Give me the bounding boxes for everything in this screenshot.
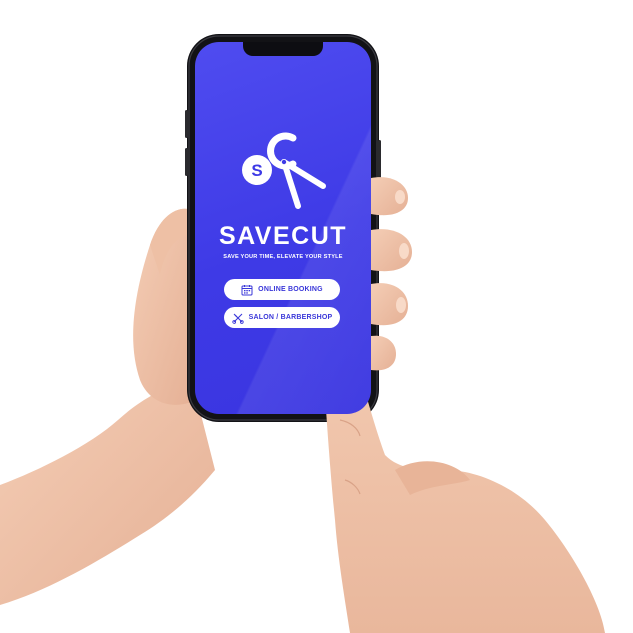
salon-barbershop-label: SALON / BARBERSHOP (248, 314, 333, 321)
salon-barbershop-button[interactable]: SALON / BARBERSHOP (224, 307, 340, 328)
phone-screen: S SAVECUT SAVE YOUR TIME, ELEVATE YOUR S… (195, 42, 371, 414)
savecut-logo: S (242, 132, 326, 209)
logo-letter-s: S (251, 161, 262, 180)
calendar-icon (241, 284, 253, 295)
tagline: SAVE YOUR TIME, ELEVATE YOUR STYLE (223, 254, 343, 260)
online-booking-label: ONLINE BOOKING (258, 286, 323, 293)
online-booking-button[interactable]: ONLINE BOOKING (224, 279, 340, 300)
brand-name: SAVECUT (218, 222, 348, 250)
left-hand (0, 208, 215, 605)
phone-notch (243, 42, 323, 56)
scissors-comb-icon (231, 313, 244, 324)
